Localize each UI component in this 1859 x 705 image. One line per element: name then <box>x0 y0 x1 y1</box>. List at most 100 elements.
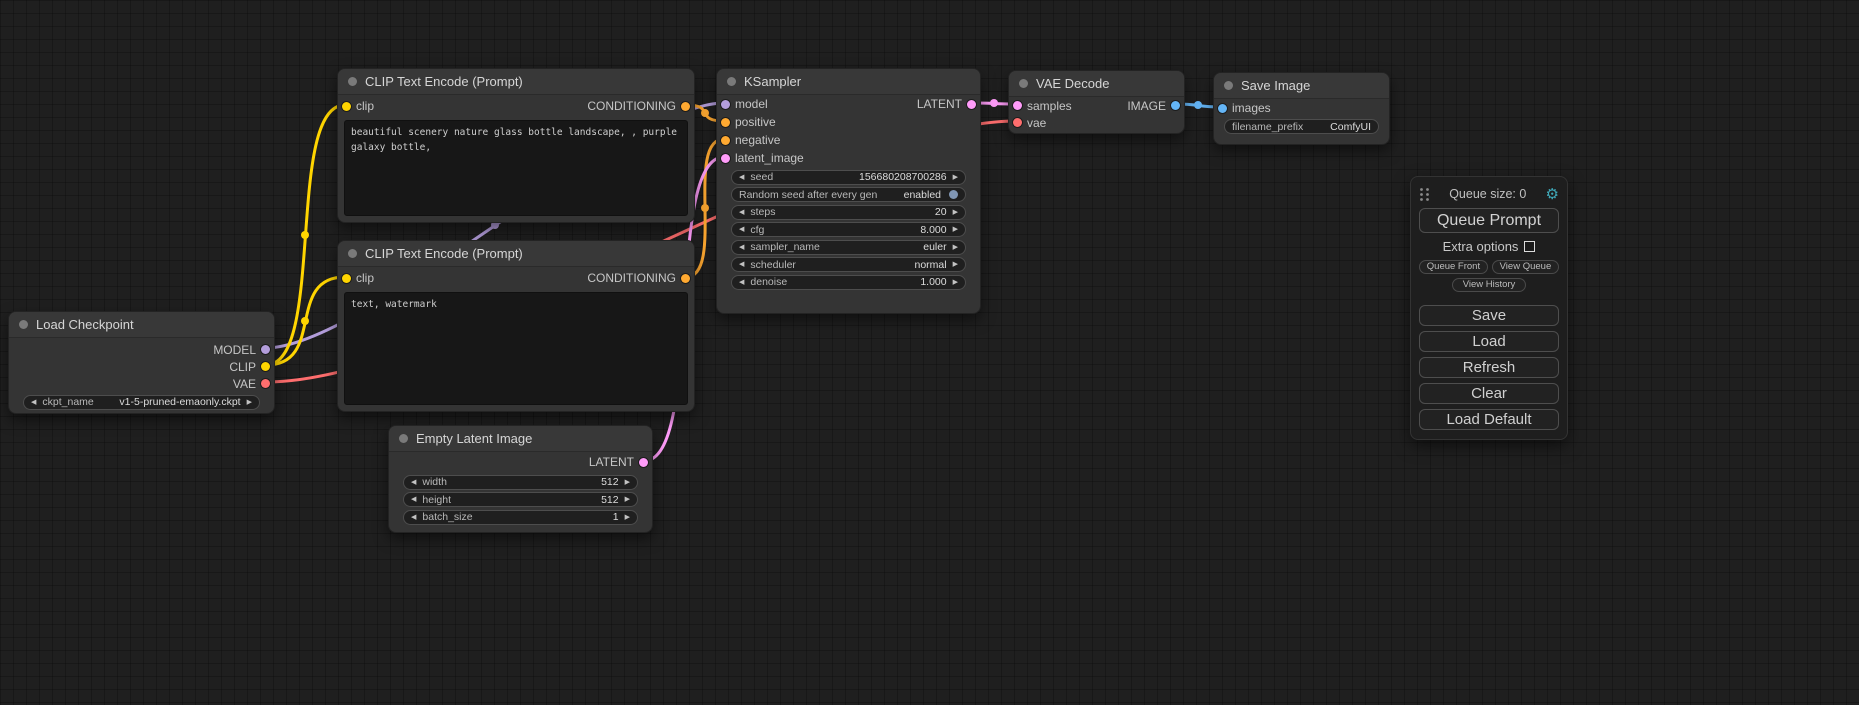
latent-image-input-dot[interactable] <box>721 154 730 163</box>
toggle-knob-icon[interactable] <box>949 190 958 199</box>
increment-arrow-icon[interactable]: ▶ <box>625 475 630 490</box>
node-vae-decode[interactable]: VAE Decode samples IMAGE vae <box>1008 70 1185 134</box>
decrement-arrow-icon[interactable]: ◀ <box>411 492 416 507</box>
increment-arrow-icon[interactable]: ▶ <box>247 395 252 410</box>
load-button[interactable]: Load <box>1419 331 1559 352</box>
scheduler-widget[interactable]: ◀ scheduler normal ▶ <box>731 257 966 272</box>
sampler-name-widget[interactable]: ◀ sampler_name euler ▶ <box>731 240 966 255</box>
decrement-arrow-icon[interactable]: ◀ <box>739 257 744 272</box>
node-graph-canvas[interactable]: Load Checkpoint MODEL CLIP VAE ◀ ckpt_na… <box>0 0 1859 705</box>
decrement-arrow-icon[interactable]: ◀ <box>739 275 744 290</box>
extra-options-checkbox[interactable] <box>1524 241 1535 252</box>
save-button[interactable]: Save <box>1419 305 1559 326</box>
node-title-bar[interactable]: Load Checkpoint <box>9 312 274 338</box>
node-collapse-dot[interactable] <box>348 249 357 258</box>
increment-arrow-icon[interactable]: ▶ <box>953 240 958 255</box>
decrement-arrow-icon[interactable]: ◀ <box>31 395 36 410</box>
latent-output-dot[interactable] <box>639 458 648 467</box>
increment-arrow-icon[interactable]: ▶ <box>953 170 958 185</box>
decrement-arrow-icon[interactable]: ◀ <box>739 205 744 220</box>
queue-prompt-button[interactable]: Queue Prompt <box>1419 208 1559 233</box>
decrement-arrow-icon[interactable]: ◀ <box>739 170 744 185</box>
node-title-bar[interactable]: CLIP Text Encode (Prompt) <box>338 69 694 95</box>
slot-label: LATENT <box>917 97 962 111</box>
node-title-bar[interactable]: Save Image <box>1214 73 1389 99</box>
node-title-label: CLIP Text Encode (Prompt) <box>365 74 523 89</box>
increment-arrow-icon[interactable]: ▶ <box>953 205 958 220</box>
queue-front-button[interactable]: Queue Front <box>1419 260 1488 274</box>
node-title-bar[interactable]: Empty Latent Image <box>389 426 652 452</box>
input-slot-vae: vae <box>1009 114 1184 131</box>
node-collapse-dot[interactable] <box>19 320 28 329</box>
widget-value: 1 <box>613 511 619 523</box>
node-load-checkpoint[interactable]: Load Checkpoint MODEL CLIP VAE ◀ ckpt_na… <box>8 311 275 414</box>
steps-widget[interactable]: ◀ steps 20 ▶ <box>731 205 966 220</box>
cfg-widget[interactable]: ◀ cfg 8.000 ▶ <box>731 222 966 237</box>
node-collapse-dot[interactable] <box>727 77 736 86</box>
clear-button[interactable]: Clear <box>1419 383 1559 404</box>
negative-prompt-textarea[interactable]: text, watermark <box>344 292 688 405</box>
node-collapse-dot[interactable] <box>1019 79 1028 88</box>
decrement-arrow-icon[interactable]: ◀ <box>739 240 744 255</box>
filename-prefix-widget[interactable]: filename_prefix ComfyUI <box>1224 119 1379 134</box>
vae-input-dot[interactable] <box>1013 118 1022 127</box>
node-title-label: Load Checkpoint <box>36 317 134 332</box>
seed-widget[interactable]: ◀ seed 156680208700286 ▶ <box>731 170 966 185</box>
drag-handle-icon[interactable] <box>1419 187 1430 202</box>
node-save-image[interactable]: Save Image images filename_prefix ComfyU… <box>1213 72 1390 145</box>
positive-prompt-textarea[interactable]: beautiful scenery nature glass bottle la… <box>344 120 688 216</box>
node-title-bar[interactable]: VAE Decode <box>1009 71 1184 97</box>
settings-gear-icon[interactable]: ⚙ <box>1546 187 1559 202</box>
node-collapse-dot[interactable] <box>348 77 357 86</box>
negative-input-dot[interactable] <box>721 136 730 145</box>
model-output-dot[interactable] <box>261 345 270 354</box>
samples-input-dot[interactable] <box>1013 101 1022 110</box>
decrement-arrow-icon[interactable]: ◀ <box>411 510 416 525</box>
widget-label: width <box>422 476 447 488</box>
model-input-dot[interactable] <box>721 100 730 109</box>
extra-options-label: Extra options <box>1443 239 1519 254</box>
node-body: clip CONDITIONING text, watermark <box>338 267 694 405</box>
denoise-widget[interactable]: ◀ denoise 1.000 ▶ <box>731 275 966 290</box>
node-body: samples IMAGE vae <box>1009 97 1184 131</box>
load-default-button[interactable]: Load Default <box>1419 409 1559 430</box>
view-history-button[interactable]: View History <box>1452 278 1527 292</box>
widget-value: 20 <box>935 206 947 218</box>
increment-arrow-icon[interactable]: ▶ <box>625 510 630 525</box>
positive-input-dot[interactable] <box>721 118 730 127</box>
conditioning-output-dot[interactable] <box>681 274 690 283</box>
node-collapse-dot[interactable] <box>1224 81 1233 90</box>
view-queue-button[interactable]: View Queue <box>1492 260 1559 274</box>
increment-arrow-icon[interactable]: ▶ <box>953 257 958 272</box>
images-input-dot[interactable] <box>1218 104 1227 113</box>
clip-input-dot[interactable] <box>342 102 351 111</box>
width-widget[interactable]: ◀ width 512 ▶ <box>403 475 638 490</box>
height-widget[interactable]: ◀ height 512 ▶ <box>403 492 638 507</box>
widget-label: filename_prefix <box>1232 121 1303 133</box>
ckpt-name-widget[interactable]: ◀ ckpt_name v1-5-pruned-emaonly.ckpt ▶ <box>23 395 260 410</box>
node-title-bar[interactable]: KSampler <box>717 69 980 95</box>
widget-value: 156680208700286 <box>859 171 947 183</box>
random-seed-widget[interactable]: Random seed after every gen enabled <box>731 187 966 202</box>
vae-output-dot[interactable] <box>261 379 270 388</box>
clip-input-dot[interactable] <box>342 274 351 283</box>
node-clip-text-encode-negative[interactable]: CLIP Text Encode (Prompt) clip CONDITION… <box>337 240 695 412</box>
widget-label: cfg <box>750 224 764 236</box>
node-clip-text-encode-positive[interactable]: CLIP Text Encode (Prompt) clip CONDITION… <box>337 68 695 223</box>
latent-output-dot[interactable] <box>967 100 976 109</box>
queue-panel: Queue size: 0 ⚙ Queue Prompt Extra optio… <box>1410 176 1568 440</box>
refresh-button[interactable]: Refresh <box>1419 357 1559 378</box>
node-title-bar[interactable]: CLIP Text Encode (Prompt) <box>338 241 694 267</box>
image-output-dot[interactable] <box>1171 101 1180 110</box>
batch-size-widget[interactable]: ◀ batch_size 1 ▶ <box>403 510 638 525</box>
node-empty-latent-image[interactable]: Empty Latent Image LATENT ◀ width 512 ▶ … <box>388 425 653 533</box>
clip-output-dot[interactable] <box>261 362 270 371</box>
increment-arrow-icon[interactable]: ▶ <box>625 492 630 507</box>
node-collapse-dot[interactable] <box>399 434 408 443</box>
increment-arrow-icon[interactable]: ▶ <box>953 222 958 237</box>
decrement-arrow-icon[interactable]: ◀ <box>739 222 744 237</box>
increment-arrow-icon[interactable]: ▶ <box>953 275 958 290</box>
node-ksampler[interactable]: KSampler model LATENT positive negative <box>716 68 981 314</box>
conditioning-output-dot[interactable] <box>681 102 690 111</box>
decrement-arrow-icon[interactable]: ◀ <box>411 475 416 490</box>
